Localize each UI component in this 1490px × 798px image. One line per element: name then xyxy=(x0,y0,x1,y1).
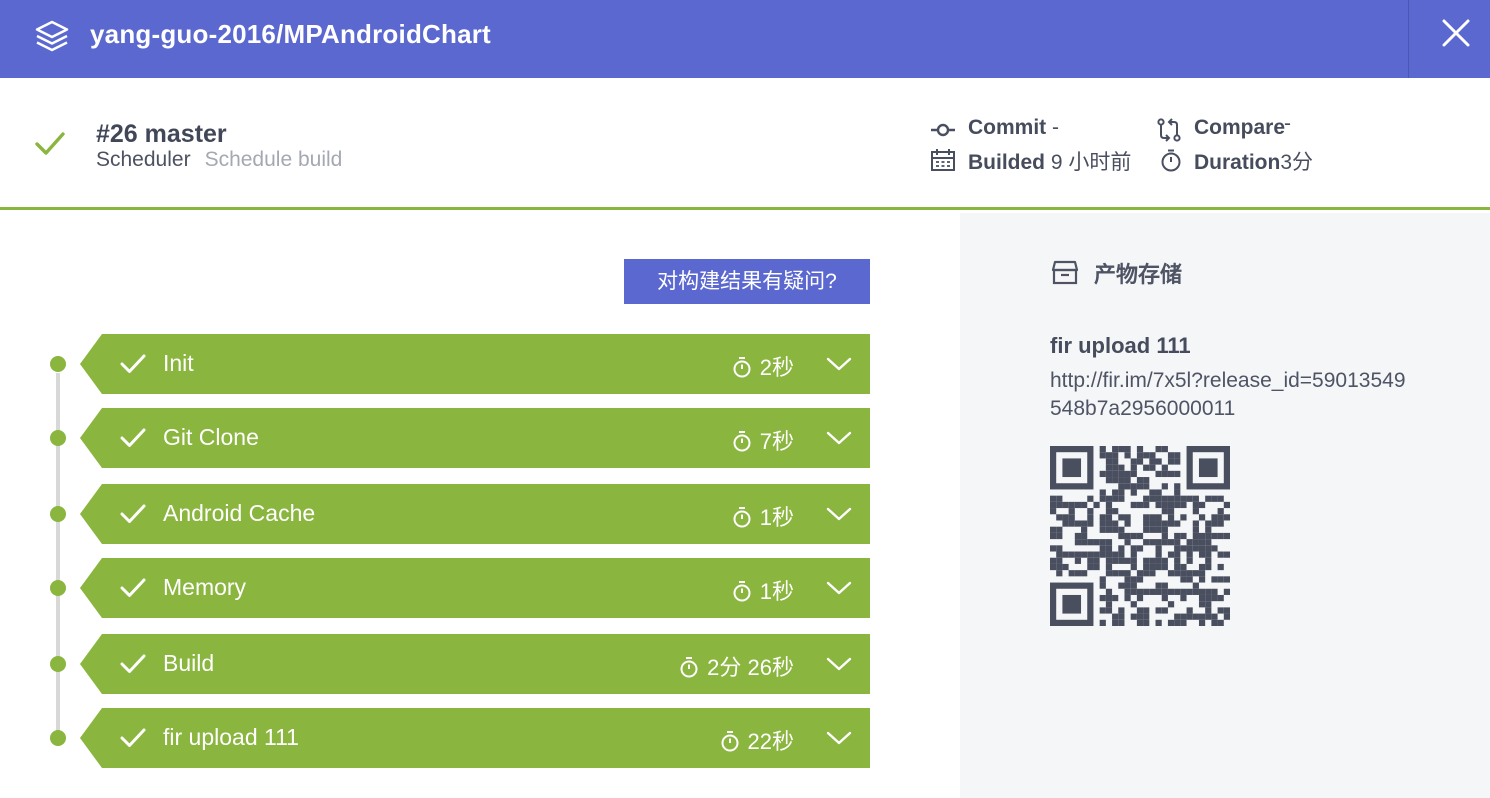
stage-duration-value: 2秒 xyxy=(759,355,794,380)
stage-row[interactable]: Git Clone 7秒 xyxy=(50,408,870,468)
build-trigger: Scheduler Schedule build xyxy=(96,148,342,172)
stage-duration: 7秒 xyxy=(732,424,794,456)
stage-duration-value: 7秒 xyxy=(759,429,794,454)
app-header: yang-guo-2016/MPAndroidChart xyxy=(0,0,1490,78)
close-icon[interactable] xyxy=(1436,13,1476,53)
trigger-desc: Schedule build xyxy=(204,148,343,171)
timeline-dot xyxy=(50,580,66,596)
stage-name: Build xyxy=(163,650,215,676)
repo-title: yang-guo-2016/MPAndroidChart xyxy=(90,19,491,49)
duration-label: Duration xyxy=(1194,151,1281,174)
stage-name: fir upload 111 xyxy=(163,724,299,750)
commit-icon xyxy=(931,123,955,137)
timeline-dot xyxy=(50,506,66,522)
stage-row[interactable]: Android Cache 1秒 xyxy=(50,484,870,544)
timer-icon xyxy=(733,507,751,528)
duration-value: 3分 xyxy=(1280,151,1314,174)
chevron-down-icon[interactable] xyxy=(826,656,852,672)
compare-icon xyxy=(1157,118,1181,142)
artifact-name: fir upload 111 xyxy=(1050,333,1191,358)
timeline-dot xyxy=(50,730,66,746)
chevron-down-icon[interactable] xyxy=(826,430,852,446)
build-summary: #26 master Scheduler Schedule build Commi… xyxy=(0,78,1490,210)
layers-icon xyxy=(35,20,69,52)
timeline-dot xyxy=(50,430,66,446)
stage-duration-value: 2分 26秒 xyxy=(707,655,794,680)
timer-icon xyxy=(1161,149,1181,172)
build-title: #26 master xyxy=(96,120,227,148)
stage-row[interactable]: fir upload 111 22秒 xyxy=(50,708,870,768)
stage-name: Memory xyxy=(163,574,247,600)
qr-code-icon[interactable] xyxy=(1050,446,1230,626)
timer-icon xyxy=(721,731,739,752)
check-icon xyxy=(120,578,146,597)
stage-name: Android Cache xyxy=(163,500,316,526)
compare-value: - xyxy=(1284,112,1291,135)
artifact-link[interactable]: http://fir.im/7x5l?release_id=5901354954… xyxy=(1050,367,1410,423)
stage-duration: 1秒 xyxy=(732,574,794,606)
check-icon xyxy=(120,428,146,447)
artifacts-title: 产物存储 xyxy=(1094,262,1183,287)
chevron-down-icon[interactable] xyxy=(826,356,852,372)
commit-label: Commit xyxy=(968,116,1047,139)
timer-icon xyxy=(733,357,751,378)
archive-box-icon xyxy=(1051,260,1079,285)
build-question-button[interactable]: 对构建结果有疑问? xyxy=(624,259,870,304)
stage-duration: 1秒 xyxy=(732,500,794,532)
compare-label: Compare xyxy=(1194,116,1286,139)
chevron-down-icon[interactable] xyxy=(826,506,852,522)
chevron-down-icon[interactable] xyxy=(826,730,852,746)
stage-row[interactable]: Build 2分 26秒 xyxy=(50,634,870,694)
stage-duration: 2分 26秒 xyxy=(679,650,794,682)
stage-duration: 22秒 xyxy=(720,724,794,756)
timeline-line xyxy=(56,373,60,743)
chevron-down-icon[interactable] xyxy=(826,580,852,596)
calendar-icon xyxy=(931,149,955,171)
builded-label: Builded xyxy=(968,151,1045,174)
timeline-dot xyxy=(50,356,66,372)
timer-icon xyxy=(733,581,751,602)
stage-duration: 2秒 xyxy=(732,350,794,382)
trigger-name: Scheduler xyxy=(96,148,191,171)
stage-name: Git Clone xyxy=(163,424,259,450)
timeline-dot xyxy=(50,656,66,672)
artifacts-pane: 产物存储 fir upload 111 http://fir.im/7x5l?r… xyxy=(960,213,1490,798)
header-divider xyxy=(1408,0,1409,78)
builded-value: 9 小时前 xyxy=(1050,151,1132,174)
stage-duration-value: 1秒 xyxy=(759,505,794,530)
timer-icon xyxy=(680,657,698,678)
check-icon xyxy=(120,728,146,747)
stage-duration-value: 22秒 xyxy=(747,729,794,754)
stage-name: Init xyxy=(163,350,194,376)
check-icon xyxy=(120,504,146,523)
stage-row[interactable]: Memory 1秒 xyxy=(50,558,870,618)
stage-row[interactable]: Init 2秒 xyxy=(50,334,870,394)
check-icon xyxy=(120,354,146,373)
check-icon xyxy=(120,654,146,673)
commit-value: - xyxy=(1052,116,1060,139)
stage-duration-value: 1秒 xyxy=(759,579,794,604)
check-icon xyxy=(35,132,65,155)
timer-icon xyxy=(733,431,751,452)
